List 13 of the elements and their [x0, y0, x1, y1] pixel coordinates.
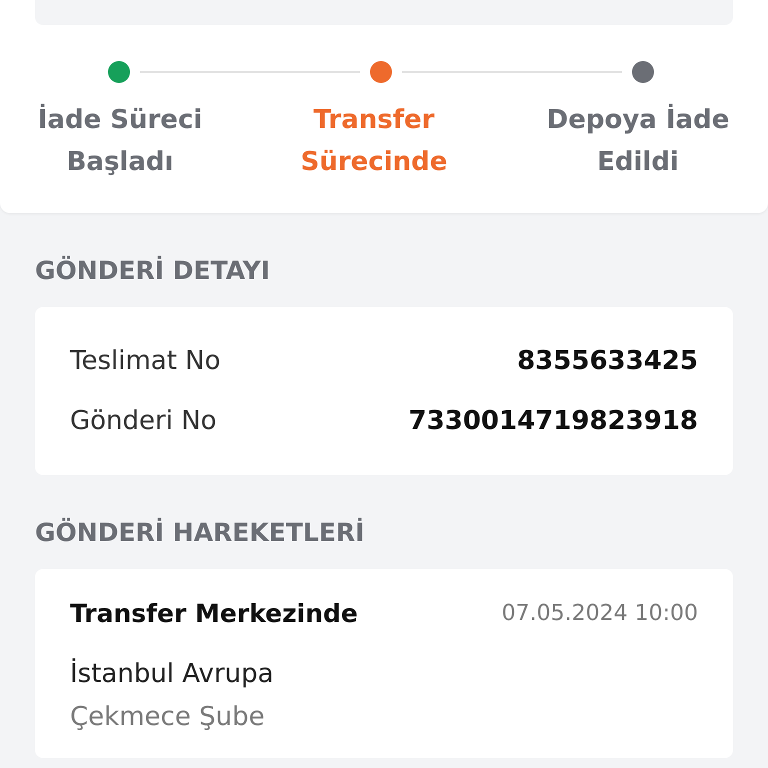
- detail-value: 8355633425: [517, 346, 698, 376]
- detail-label: Gönderi No: [70, 406, 217, 436]
- section-title: GÖNDERİ HAREKETLERİ: [35, 516, 366, 549]
- movement-city: İstanbul Avrupa: [70, 657, 275, 691]
- section-title: GÖNDERİ DETAYI: [35, 254, 272, 287]
- movement-datetime: 07.05.2024 10:00: [502, 601, 698, 626]
- step-label: Transfer Sürecinde: [300, 104, 448, 179]
- step-label: Depoya İade Edildi: [546, 102, 730, 179]
- movement-branch: Çekmece Şube: [70, 701, 266, 734]
- movement-status: Transfer Merkezinde: [70, 599, 358, 628]
- detail-value: 7330014719823918: [408, 406, 698, 436]
- step-label: İade Süreci Başladı: [36, 102, 204, 179]
- detail-label: Teslimat No: [70, 346, 221, 376]
